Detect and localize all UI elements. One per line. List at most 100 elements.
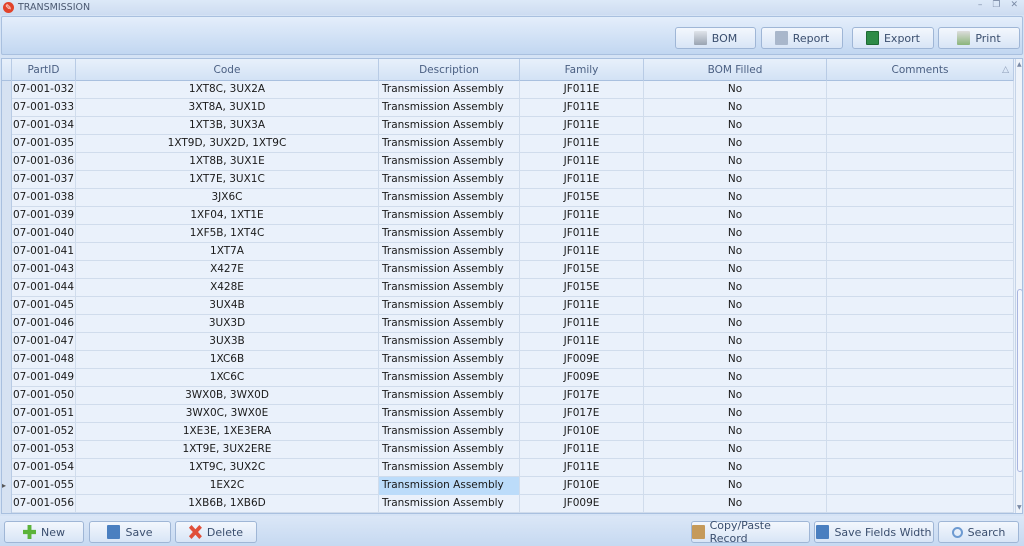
cell-bom-filled[interactable]: No [644, 459, 827, 477]
table-row[interactable]: 07-001-048 1XC6B Transmission Assembly JF00… [2, 351, 1014, 369]
cell-code[interactable]: 1XT9E, 3UX2ERE [76, 441, 379, 459]
cell-code[interactable]: 1XT9C, 3UX2C [76, 459, 379, 477]
cell-bom-filled[interactable]: No [644, 495, 827, 513]
cell-description[interactable]: Transmission Assembly [379, 279, 520, 297]
table-row[interactable]: 07-001-032 1XT8C, 3UX2A Transmission Assem… [2, 81, 1014, 99]
cell-partid[interactable]: 07-001-039 [12, 207, 76, 225]
cell-bom-filled[interactable]: No [644, 333, 827, 351]
column-header-comments[interactable]: Comments △ [827, 59, 1014, 81]
cell-comments[interactable] [827, 423, 1014, 441]
cell-family[interactable]: JF009E [520, 495, 644, 513]
cell-partid[interactable]: 07-001-044 [12, 279, 76, 297]
table-row[interactable]: 07-001-052 1XE3E, 1XE3ERA Transmission Ass… [2, 423, 1014, 441]
cell-family[interactable]: JF017E [520, 387, 644, 405]
cell-code[interactable]: 1XT7A [76, 243, 379, 261]
cell-family[interactable]: JF015E [520, 261, 644, 279]
row-header[interactable] [2, 81, 12, 99]
cell-bom-filled[interactable]: No [644, 189, 827, 207]
table-row[interactable]: 07-001-035 1XT9D, 3UX2D, 1XT9C Transmissio… [2, 135, 1014, 153]
cell-bom-filled[interactable]: No [644, 117, 827, 135]
cell-code[interactable]: 1XT8B, 3UX1E [76, 153, 379, 171]
cell-description[interactable]: Transmission Assembly [379, 225, 520, 243]
cell-comments[interactable] [827, 405, 1014, 423]
cell-family[interactable]: JF010E [520, 477, 644, 495]
cell-bom-filled[interactable]: No [644, 81, 827, 99]
scroll-up-icon[interactable]: ▲ [1017, 61, 1022, 68]
cell-comments[interactable] [827, 225, 1014, 243]
cell-family[interactable]: JF017E [520, 405, 644, 423]
cell-bom-filled[interactable]: No [644, 279, 827, 297]
cell-description[interactable]: Transmission Assembly [379, 315, 520, 333]
cell-code[interactable]: 3JX6C [76, 189, 379, 207]
cell-comments[interactable] [827, 117, 1014, 135]
minimize-button[interactable]: – [978, 0, 983, 10]
cell-description[interactable]: Transmission Assembly [379, 153, 520, 171]
row-header[interactable] [2, 261, 12, 279]
table-row[interactable]: 07-001-040 1XF5B, 1XT4C Transmission Assem… [2, 225, 1014, 243]
cell-family[interactable]: JF011E [520, 207, 644, 225]
cell-family[interactable]: JF011E [520, 459, 644, 477]
cell-family[interactable]: JF011E [520, 333, 644, 351]
cell-family[interactable]: JF011E [520, 171, 644, 189]
cell-description[interactable]: Transmission Assembly [379, 387, 520, 405]
cell-description[interactable]: Transmission Assembly [379, 243, 520, 261]
bom-button[interactable]: BOM [675, 27, 756, 49]
table-row[interactable]: 07-001-034 1XT3B, 3UX3A Transmission Assem… [2, 117, 1014, 135]
cell-description[interactable]: Transmission Assembly [379, 477, 520, 495]
cell-partid[interactable]: 07-001-045 [12, 297, 76, 315]
row-header[interactable] [2, 243, 12, 261]
table-row[interactable]: 07-001-038 3JX6C Transmission Assembly JF01… [2, 189, 1014, 207]
row-header[interactable] [2, 423, 12, 441]
row-header[interactable] [2, 459, 12, 477]
cell-comments[interactable] [827, 99, 1014, 117]
cell-comments[interactable] [827, 369, 1014, 387]
cell-code[interactable]: 1XF5B, 1XT4C [76, 225, 379, 243]
cell-partid[interactable]: 07-001-036 [12, 153, 76, 171]
cell-bom-filled[interactable]: No [644, 243, 827, 261]
cell-partid[interactable]: 07-001-053 [12, 441, 76, 459]
cell-bom-filled[interactable]: No [644, 207, 827, 225]
cell-family[interactable]: JF011E [520, 225, 644, 243]
table-row[interactable]: 07-001-041 1XT7A Transmission Assembly JF01… [2, 243, 1014, 261]
cell-comments[interactable] [827, 189, 1014, 207]
cell-code[interactable]: 1XB6B, 1XB6D [76, 495, 379, 513]
cell-comments[interactable] [827, 279, 1014, 297]
cell-code[interactable]: 1XE3E, 1XE3ERA [76, 423, 379, 441]
cell-family[interactable]: JF010E [520, 423, 644, 441]
scrollbar-thumb[interactable] [1017, 289, 1022, 472]
cell-partid[interactable]: 07-001-052 [12, 423, 76, 441]
cell-bom-filled[interactable]: No [644, 153, 827, 171]
cell-comments[interactable] [827, 261, 1014, 279]
column-header-description[interactable]: Description [379, 59, 520, 81]
save-fields-width-button[interactable]: Save Fields Width [814, 521, 934, 543]
cell-description[interactable]: Transmission Assembly [379, 117, 520, 135]
cell-code[interactable]: 3WX0B, 3WX0D [76, 387, 379, 405]
cell-partid[interactable]: 07-001-040 [12, 225, 76, 243]
table-row[interactable]: 07-001-037 1XT7E, 3UX1C Transmission Assem… [2, 171, 1014, 189]
cell-description[interactable]: Transmission Assembly [379, 99, 520, 117]
row-header[interactable] [2, 117, 12, 135]
vertical-scrollbar[interactable]: ▲ ▼ [1015, 59, 1022, 513]
row-header[interactable] [2, 369, 12, 387]
column-header-code[interactable]: Code [76, 59, 379, 81]
cell-code[interactable]: 1XT7E, 3UX1C [76, 171, 379, 189]
cell-comments[interactable] [827, 459, 1014, 477]
cell-bom-filled[interactable]: No [644, 135, 827, 153]
cell-family[interactable]: JF011E [520, 315, 644, 333]
cell-description[interactable]: Transmission Assembly [379, 171, 520, 189]
cell-family[interactable]: JF015E [520, 279, 644, 297]
cell-partid[interactable]: 07-001-049 [12, 369, 76, 387]
cell-family[interactable]: JF011E [520, 297, 644, 315]
scroll-down-icon[interactable]: ▼ [1017, 504, 1022, 511]
table-row[interactable]: ▸ 07-001-055 1EX2C Transmission Assembly JF0… [2, 477, 1014, 495]
row-header[interactable] [2, 99, 12, 117]
cell-description[interactable]: Transmission Assembly [379, 261, 520, 279]
cell-code[interactable]: 1EX2C [76, 477, 379, 495]
print-button[interactable]: Print [938, 27, 1020, 49]
row-header[interactable] [2, 153, 12, 171]
cell-family[interactable]: JF011E [520, 117, 644, 135]
cell-code[interactable]: 1XT9D, 3UX2D, 1XT9C [76, 135, 379, 153]
cell-comments[interactable] [827, 387, 1014, 405]
cell-comments[interactable] [827, 477, 1014, 495]
cell-partid[interactable]: 07-001-038 [12, 189, 76, 207]
